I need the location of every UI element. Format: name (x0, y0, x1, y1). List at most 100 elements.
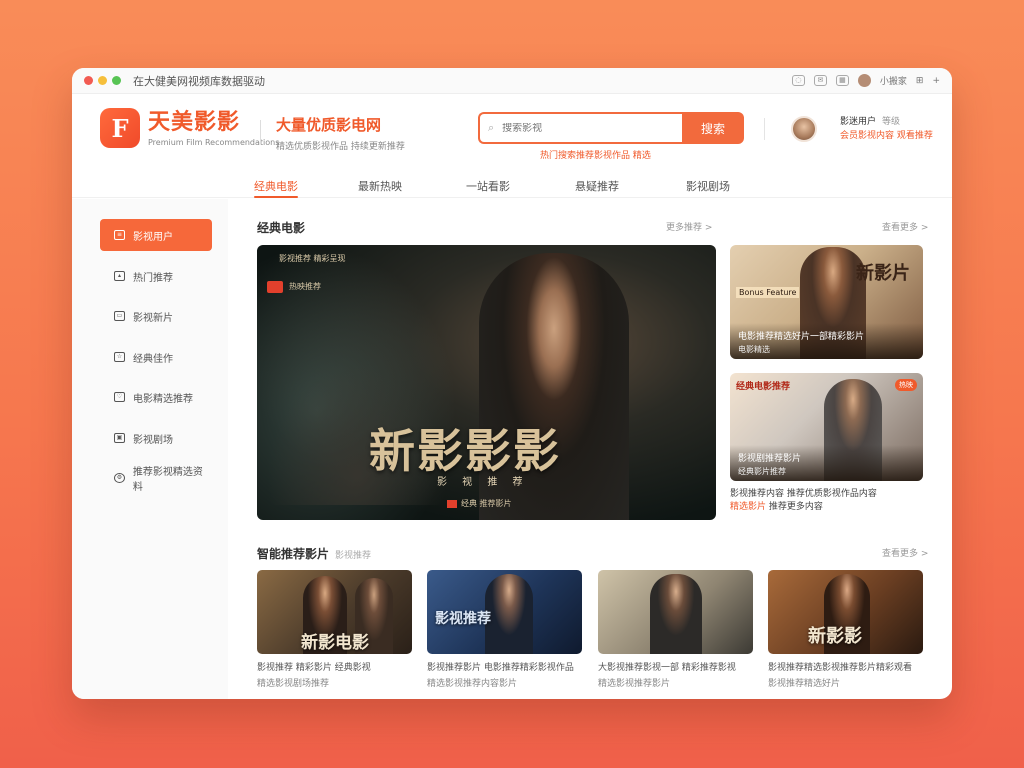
user-vip[interactable]: 会员影视内容 观看推荐 (840, 129, 933, 143)
sidebar-item-label: 电影精选推荐 (133, 393, 193, 405)
card-caption: 影视剧推荐影片 (738, 454, 802, 464)
hero-top-text-2: 热映推荐 (289, 282, 321, 291)
section-title-recommend: 智能推荐影片 影视推荐 (257, 547, 372, 561)
star-icon: ☆ (114, 352, 125, 362)
hot-search-words[interactable]: 热门搜索推荐影视作品 精选 (540, 148, 651, 161)
film-icon: ▭ (114, 311, 125, 321)
sidebar-item-label: 推荐影视精选资料 (132, 467, 203, 493)
slogan-main: 大量优质影电网 (276, 116, 382, 134)
rec-title: 影视推荐影片 电影推荐精彩影视作品 (427, 663, 574, 673)
window-title: 在大健美网视频库数据驱动 (133, 74, 265, 88)
rec-card[interactable]: 新影影 影视推荐精选影视推荐影片精彩观看 影视推荐精选好片 (768, 570, 923, 689)
sidebar-item-theater[interactable]: ▣ 影视剧场 (100, 422, 212, 454)
title-bar-tools: ◌ ✉ ▦ 小搬家 ⊞ + (791, 74, 940, 87)
sidebar-item-label: 影视新片 (133, 312, 173, 324)
tab-suspense[interactable]: 悬疑推荐 (575, 178, 619, 194)
rec-title: 大影视推荐影视一部 精彩推荐影视 (598, 663, 736, 673)
hero-footer: 经典 推荐影片 (447, 498, 512, 509)
grid-icon[interactable]: ⊞ (916, 76, 924, 86)
user-avatar[interactable] (791, 116, 817, 142)
hot-badge: 热映 (895, 379, 917, 391)
calendar-icon[interactable]: ▦ (835, 75, 849, 86)
rec-card[interactable]: 影视推荐 影视推荐影片 电影推荐精彩影视作品 精选影视推荐内容影片 (427, 570, 582, 689)
slogan-sub: 精选优质影视作品 持续更新推荐 (276, 142, 405, 152)
tab-theater[interactable]: 影视剧场 (686, 178, 730, 194)
tab-one-stop[interactable]: 一站看影 (466, 178, 510, 194)
fire-icon: ▴ (114, 271, 125, 281)
card-title: 新影片 (856, 263, 910, 284)
card-caption-sub: 电影精选 (738, 345, 770, 354)
rec-poster: 新影影 (768, 570, 923, 654)
header-divider (260, 120, 261, 144)
hero-title: 新影影影 (369, 424, 561, 478)
card-tag: Bonus Feature (736, 287, 800, 298)
rec-title: 影视推荐 精彩影片 经典影视 (257, 663, 371, 673)
rec-poster: 影视推荐 (427, 570, 582, 654)
card-caption-sub: 经典影片推荐 (738, 467, 786, 476)
rec-subtitle: 精选影视剧场推荐 (257, 679, 330, 689)
sidebar-item-settings[interactable]: ⚙ 推荐影视精选资料 (100, 462, 212, 494)
user-divider (764, 118, 765, 140)
title-bar: 在大健美网视频库数据驱动 ◌ ✉ ▦ 小搬家 ⊞ + (72, 68, 952, 94)
section-title-classics: 经典电影 (257, 221, 306, 235)
title-user-label[interactable]: 小搬家 (880, 74, 907, 87)
close-window-button[interactable] (84, 76, 93, 85)
card-caption: 电影推荐精选好片一部精彩影片 (738, 332, 865, 342)
home-icon: ≡ (114, 230, 125, 240)
mail-icon[interactable]: ✉ (813, 75, 827, 86)
sidebar: ≡ 影视用户 ▴ 热门推荐 ▭ 影视新片 ☆ 经典佳作 ♡ 电影精选推荐 ▣ 影… (72, 199, 228, 699)
sidebar-item-picks[interactable]: ♡ 电影精选推荐 (100, 381, 212, 413)
view-more-recommend-link[interactable]: 查看更多 > (882, 546, 928, 559)
slogan: 大量优质影电网 精选优质影视作品 持续更新推荐 (276, 114, 405, 152)
title-extra[interactable]: + (932, 76, 940, 86)
heart-icon: ♡ (114, 392, 125, 402)
user-name[interactable]: 影迷用户 (840, 117, 876, 127)
rec-poster-title: 新影电影 (301, 633, 369, 653)
rec-title: 影视推荐精选影视推荐影片精彩观看 (768, 663, 913, 673)
rec-subtitle: 影视推荐精选好片 (768, 679, 841, 689)
view-more-link[interactable]: 查看更多 > (882, 220, 928, 233)
rec-subtitle: 精选影视推荐内容影片 (427, 679, 518, 689)
logo[interactable]: F 天美影影 Premium Film Recommendations (100, 108, 279, 148)
minimize-window-button[interactable] (98, 76, 107, 85)
card-highlight[interactable]: 精选影片 (730, 502, 766, 512)
card-description: 影视推荐内容 推荐优质影视作品内容 精选影片 推荐更多内容 (730, 489, 877, 512)
sidebar-item-new[interactable]: ▭ 影视新片 (100, 300, 212, 332)
featured-card-2[interactable]: 经典电影推荐 热映 影视剧推荐影片 经典影片推荐 (730, 373, 923, 481)
rec-card[interactable]: 大影视推荐影视一部 精彩推荐影视 精选影视推荐影片 (598, 570, 753, 689)
title-avatar[interactable] (857, 74, 871, 87)
rec-poster-title: 影视推荐 (435, 611, 491, 627)
sidebar-item-users[interactable]: ≡ 影视用户 (100, 219, 212, 251)
tab-new-releases[interactable]: 最新热映 (358, 178, 402, 194)
user-info: 影迷用户 等级 会员影视内容 观看推荐 (840, 115, 933, 143)
user-level: 等级 (882, 117, 901, 127)
message-icon[interactable]: ◌ (791, 75, 805, 86)
sidebar-item-label: 影视用户 (133, 231, 173, 243)
brand-mark-icon (447, 499, 457, 508)
search-input[interactable] (502, 122, 653, 134)
app-window: 在大健美网视频库数据驱动 ◌ ✉ ▦ 小搬家 ⊞ + F 天美影影 Premiu… (72, 68, 952, 699)
rec-poster (598, 570, 753, 654)
settings-icon: ⚙ (114, 473, 125, 483)
search-bar: ⌕ 搜索 (478, 112, 744, 144)
logo-mark-icon: F (100, 108, 140, 148)
sidebar-item-label: 影视剧场 (133, 434, 173, 446)
window-controls (84, 76, 121, 85)
hero-subtitle: 影 视 推 荐 (437, 477, 529, 488)
hero-banner[interactable]: 影视推荐 精彩呈现 热映推荐 新影影影 影 视 推 荐 经典 推荐影片 (257, 245, 716, 520)
play-badge-icon (267, 281, 283, 293)
rec-poster-title: 新影影 (808, 626, 862, 647)
more-recommend-link[interactable]: 更多推荐 > (666, 220, 712, 233)
sidebar-item-label: 经典佳作 (133, 353, 173, 365)
maximize-window-button[interactable] (112, 76, 121, 85)
active-tab-indicator (254, 196, 298, 198)
sidebar-item-classics[interactable]: ☆ 经典佳作 (100, 341, 212, 373)
sidebar-item-hot[interactable]: ▴ 热门推荐 (100, 260, 212, 292)
rec-card[interactable]: 新影电影 影视推荐 精彩影片 经典影视 精选影视剧场推荐 (257, 570, 412, 689)
section-subtitle: 影视推荐 (335, 551, 372, 561)
featured-card-1[interactable]: 新影片 Bonus Feature 电影推荐精选好片一部精彩影片 电影精选 (730, 245, 923, 359)
search-button[interactable]: 搜索 (682, 112, 744, 144)
sidebar-item-label: 热门推荐 (133, 272, 173, 284)
search-icon: ⌕ (488, 121, 495, 134)
tab-classic-films[interactable]: 经典电影 (254, 178, 298, 198)
